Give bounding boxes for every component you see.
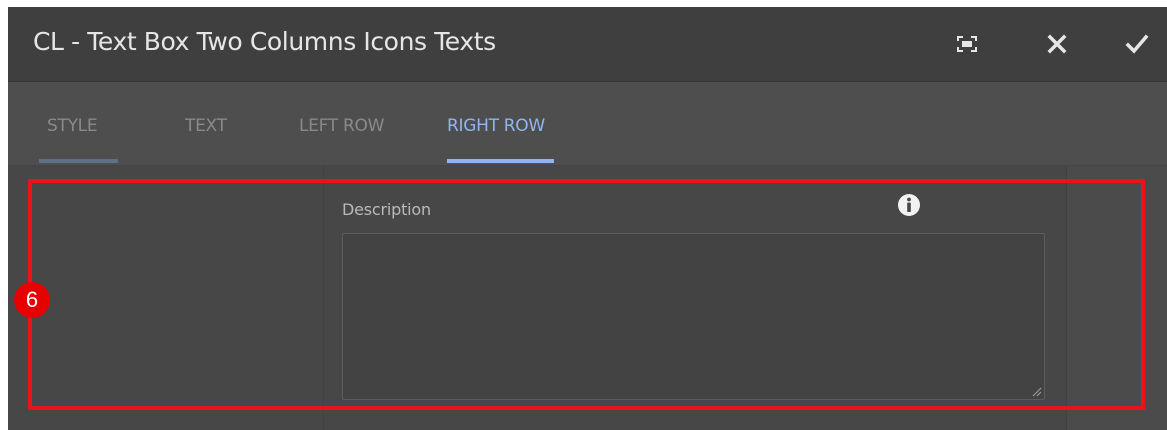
description-textarea[interactable] [342,233,1045,400]
fullscreen-icon [957,36,977,52]
info-icon[interactable] [897,193,921,217]
close-icon [1047,34,1067,54]
tab-left-row[interactable]: LEFT ROW [299,116,384,136]
annotation-number-badge: 6 [14,282,50,318]
checkmark-icon [1125,34,1149,54]
tab-style[interactable]: STYLE [47,116,98,136]
confirm-button[interactable] [1117,24,1157,64]
close-button[interactable] [1037,24,1077,64]
active-tab-indicator [447,159,554,163]
dialog-header: CL - Text Box Two Columns Icons Texts [8,7,1167,82]
tab-style-underline [39,159,118,163]
description-label: Description [342,200,431,219]
tab-right-row[interactable]: RIGHT ROW [447,116,545,136]
resize-handle-icon[interactable] [1030,385,1042,397]
left-empty-column [8,166,324,430]
tab-bar: STYLE TEXT LEFT ROW RIGHT ROW [8,82,1167,166]
fullscreen-button[interactable] [947,24,987,64]
right-empty-column [1066,166,1167,430]
dialog-title: CL - Text Box Two Columns Icons Texts [33,27,496,56]
form-column: Description [324,166,1065,430]
dialog: CL - Text Box Two Columns Icons Texts ST… [8,7,1167,430]
tab-panel: Description [8,166,1167,430]
tab-text[interactable]: TEXT [185,116,227,136]
